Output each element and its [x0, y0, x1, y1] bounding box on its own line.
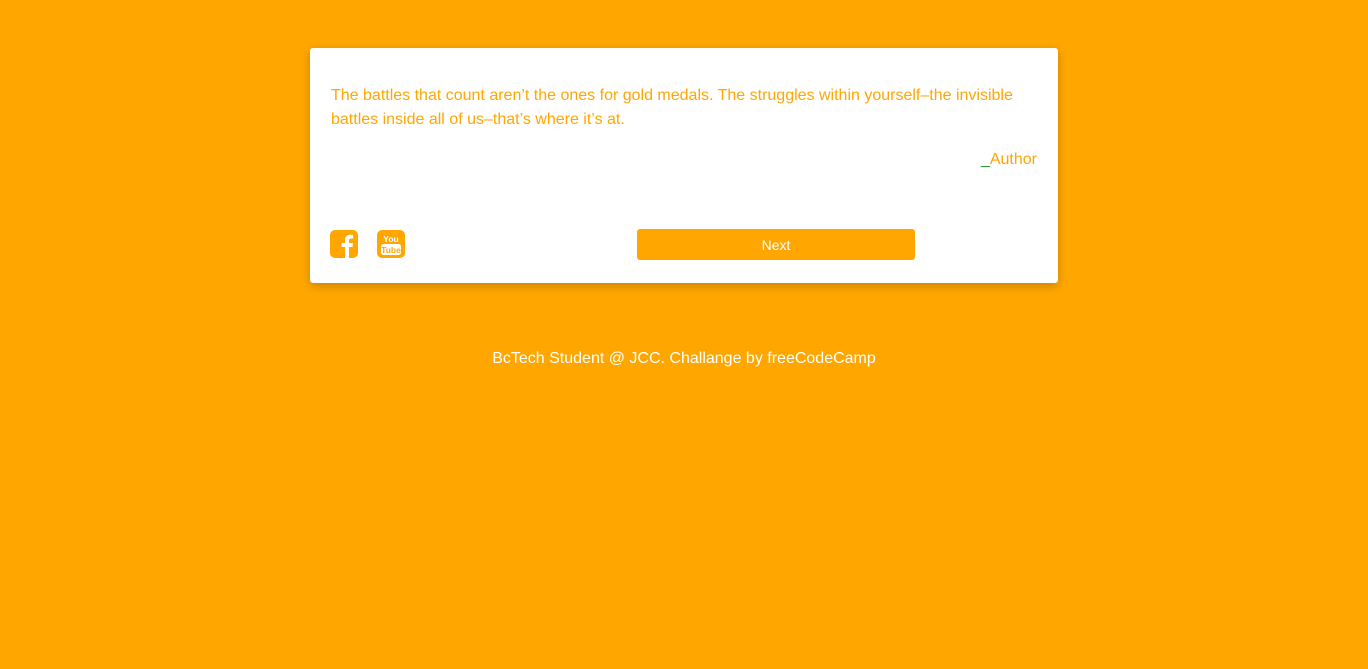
svg-text:Tube: Tube [381, 245, 401, 255]
author-prefix: _ [980, 151, 990, 168]
quote-card: The battles that count aren’t the ones f… [310, 48, 1058, 283]
facebook-icon[interactable] [330, 230, 358, 258]
footer-credit: BcTech Student @ JCC. Challange by freeC… [492, 350, 876, 367]
quote-text: The battles that count aren’t the ones f… [331, 87, 1013, 128]
svg-text:You: You [383, 234, 398, 244]
youtube-icon[interactable]: You Tube [377, 230, 405, 258]
quote-author: _Author [981, 150, 1037, 170]
next-button[interactable]: Next [637, 229, 915, 260]
author-name: Author [989, 151, 1037, 168]
